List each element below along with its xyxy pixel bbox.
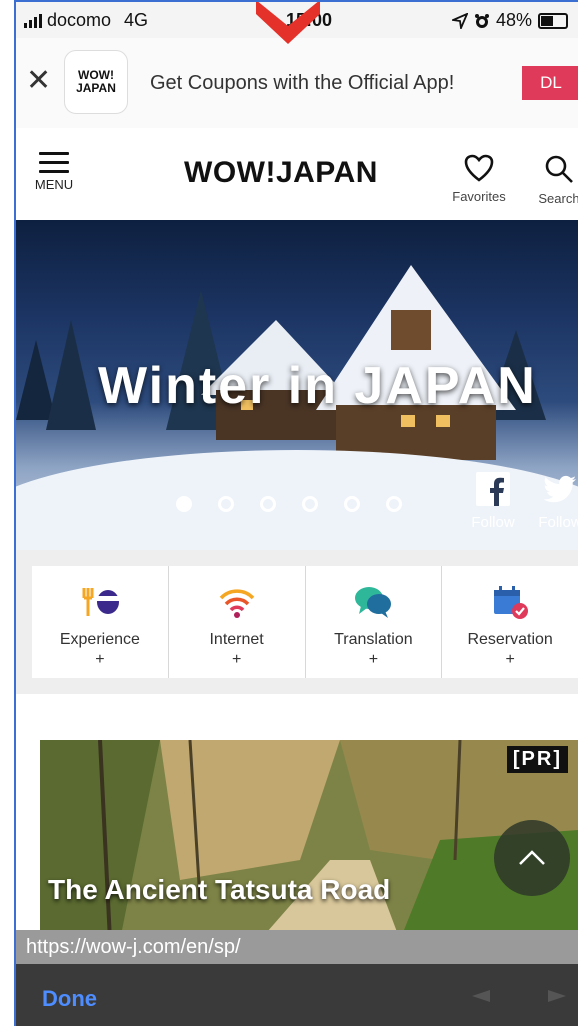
menu-button[interactable]: MENU bbox=[32, 152, 76, 192]
category-label: Reservation bbox=[467, 631, 553, 648]
favorites-label: Favorites bbox=[452, 189, 506, 204]
dining-icon bbox=[82, 588, 120, 616]
heart-icon bbox=[464, 154, 494, 182]
facebook-follow-button[interactable]: Follow bbox=[466, 472, 520, 531]
slider-dots bbox=[176, 496, 402, 512]
category-section: Experience + Internet + Translation + Re… bbox=[16, 550, 578, 694]
search-icon bbox=[545, 155, 573, 183]
frame-border-left bbox=[14, 0, 16, 1026]
expand-plus-icon: + bbox=[505, 651, 515, 668]
hero-slider[interactable]: Winter in JAPAN Follow Follow bbox=[16, 220, 578, 550]
expand-plus-icon: + bbox=[95, 651, 105, 668]
category-reservation[interactable]: Reservation + bbox=[442, 566, 578, 678]
twitter-follow-button[interactable]: Follow bbox=[530, 472, 578, 531]
slider-dot[interactable] bbox=[302, 496, 318, 512]
app-icon[interactable]: WOW! JAPAN bbox=[64, 50, 128, 114]
location-icon bbox=[451, 12, 468, 29]
expand-plus-icon: + bbox=[368, 651, 379, 668]
download-button[interactable]: DL bbox=[522, 66, 578, 100]
back-arrow-icon[interactable] bbox=[470, 988, 492, 1004]
app-install-banner: ✕ WOW! JAPAN Get Coupons with the Offici… bbox=[16, 38, 578, 129]
battery-icon bbox=[538, 12, 568, 29]
close-icon[interactable]: ✕ bbox=[26, 66, 51, 96]
category-label: Internet bbox=[209, 631, 264, 648]
twitter-icon bbox=[543, 475, 576, 503]
alarm-icon bbox=[474, 13, 489, 28]
category-tiles: Experience + Internet + Translation + Re… bbox=[32, 566, 578, 678]
slider-dot[interactable] bbox=[386, 496, 402, 512]
speech-bubbles-icon bbox=[355, 587, 392, 618]
site-header: MENU WOW!JAPAN Favorites Search bbox=[16, 128, 578, 220]
slider-dot[interactable] bbox=[260, 496, 276, 512]
network-label: 4G bbox=[124, 10, 149, 30]
status-right: 48% bbox=[451, 10, 568, 31]
chevron-down-icon bbox=[256, 0, 320, 44]
site-logo[interactable]: WOW!JAPAN bbox=[184, 156, 378, 190]
hamburger-icon bbox=[39, 152, 69, 173]
frame-border-top bbox=[14, 0, 578, 2]
bottom-toolbar: Done bbox=[16, 964, 578, 1026]
facebook-follow-label: Follow bbox=[471, 514, 515, 531]
search-label: Search bbox=[538, 191, 578, 206]
slider-dot[interactable] bbox=[176, 496, 192, 512]
banner-message: Get Coupons with the Official App! bbox=[150, 72, 455, 94]
forward-arrow-icon[interactable] bbox=[546, 988, 568, 1004]
signal-icon bbox=[24, 13, 42, 28]
wifi-icon bbox=[219, 589, 254, 618]
category-label: Experience bbox=[59, 631, 140, 648]
battery-percent: 48% bbox=[495, 10, 532, 30]
facebook-icon bbox=[476, 472, 510, 506]
menu-label: MENU bbox=[34, 177, 74, 192]
slider-dot[interactable] bbox=[344, 496, 360, 512]
status-left: docomo 4G bbox=[24, 10, 148, 31]
url-display: https://wow-j.com/en/sp/ bbox=[16, 930, 578, 964]
category-label: Translation bbox=[334, 631, 413, 648]
chevron-up-icon bbox=[519, 850, 545, 865]
search-button[interactable]: Search bbox=[528, 154, 578, 206]
pr-badge: [PR] bbox=[506, 746, 568, 773]
expand-plus-icon: + bbox=[231, 651, 242, 668]
calendar-check-icon bbox=[494, 586, 529, 619]
done-button[interactable]: Done bbox=[42, 986, 97, 1012]
article-title: The Ancient Tatsuta Road bbox=[48, 874, 391, 905]
scroll-to-top-button[interactable] bbox=[494, 820, 570, 896]
category-experience[interactable]: Experience + bbox=[32, 566, 169, 678]
category-translation[interactable]: Translation + bbox=[306, 566, 443, 678]
hero-title: Winter in JAPAN bbox=[98, 357, 537, 415]
favorites-button[interactable]: Favorites bbox=[444, 154, 514, 204]
carrier-label: docomo bbox=[47, 10, 112, 30]
slider-dot[interactable] bbox=[218, 496, 234, 512]
category-internet[interactable]: Internet + bbox=[169, 566, 306, 678]
twitter-follow-label: Follow bbox=[538, 514, 578, 531]
